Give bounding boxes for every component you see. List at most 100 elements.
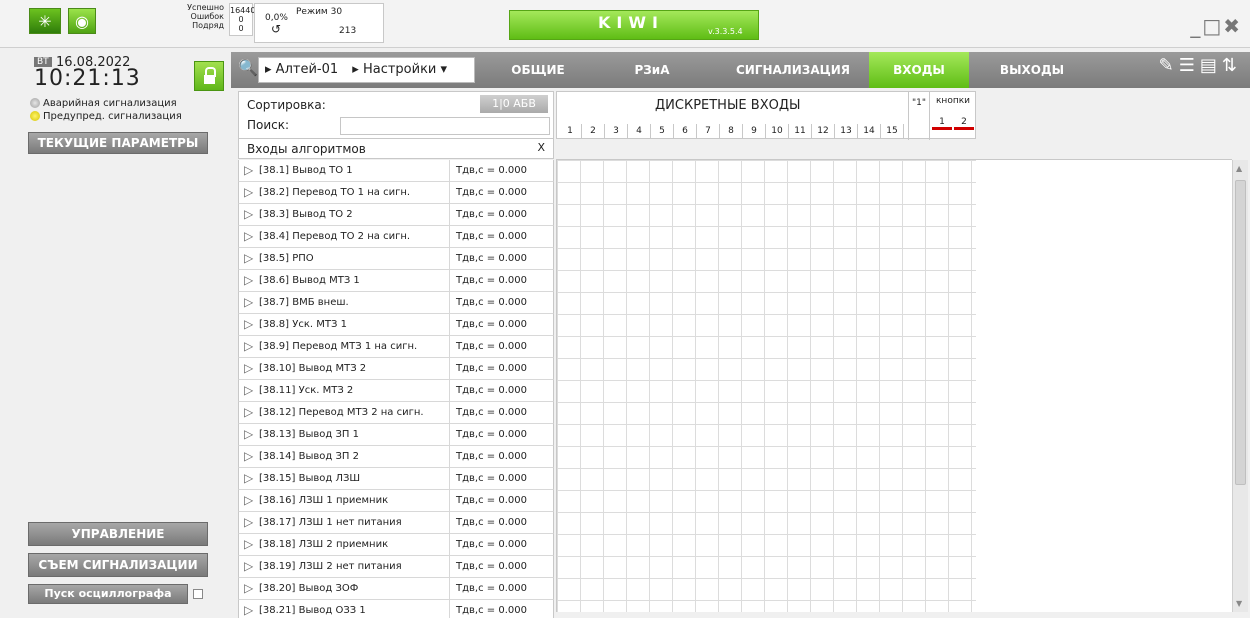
list-item[interactable]: ▷ [38.7] ВМБ внеш. Тдв,с = 0.000 — [238, 292, 554, 314]
grid-title: ДИСКРЕТНЫЕ ВХОДЫ — [655, 98, 801, 113]
list-item[interactable]: ▷ [38.5] РПО Тдв,с = 0.000 — [238, 248, 554, 270]
reset-alarm-button[interactable]: СЪЕМ СИГНАЛИЗАЦИИ — [28, 553, 208, 577]
list-item[interactable]: ▷ [38.17] ЛЗШ 1 нет питания Тдв,с = 0.000 — [238, 512, 554, 534]
column-number: 7 — [697, 124, 720, 138]
list-item[interactable]: ▷ [38.16] ЛЗШ 1 приемник Тдв,с = 0.000 — [238, 490, 554, 512]
list-item[interactable]: ▷ [38.21] Вывод ОЗЗ 1 Тдв,с = 0.000 — [238, 600, 554, 618]
app-logo: KIWI v.3.3.5.4 — [509, 10, 759, 40]
column-number: 2 — [582, 124, 605, 138]
expand-icon[interactable]: ▷ — [244, 207, 253, 221]
expand-icon[interactable]: ▷ — [244, 163, 253, 177]
emergency-indicator-icon — [30, 98, 40, 108]
expand-icon[interactable]: ▷ — [244, 427, 253, 441]
sort-icon[interactable]: ⇅ — [1222, 55, 1242, 76]
expand-icon[interactable]: ▷ — [244, 559, 253, 573]
current-params-button[interactable]: ТЕКУЩИЕ ПАРАМЕТРЫ — [28, 132, 208, 154]
list-item[interactable]: ▷ [38.9] Перевод МТЗ 1 на сигн. Тдв,с = 0.… — [238, 336, 554, 358]
input-matrix[interactable] — [556, 160, 976, 612]
scroll-thumb[interactable] — [1235, 180, 1246, 485]
warning-label: Предупред. сигнализация — [43, 111, 182, 122]
tab-inputs[interactable]: ВХОДЫ — [869, 52, 969, 88]
column-number: 11 — [789, 124, 812, 138]
stat-value-success: 16440 — [230, 6, 256, 15]
sort-toggle[interactable]: 1|0 АБВ — [480, 95, 548, 113]
expand-icon[interactable]: ▷ — [244, 449, 253, 463]
list-item[interactable]: ▷ [38.4] Перевод ТО 2 на сигн. Тдв,с = 0.0… — [238, 226, 554, 248]
list-icon[interactable]: ☰ — [1179, 55, 1200, 76]
item-name: [38.21] Вывод ОЗЗ 1 — [259, 605, 366, 616]
maximize-icon[interactable]: □ — [1202, 14, 1223, 38]
item-name: [38.8] Уск. МТЗ 1 — [259, 319, 347, 330]
toolbar-tools: ✎☰▤⇅ — [1159, 55, 1242, 76]
tab-signaling[interactable]: СИГНАЛИЗАЦИЯ — [723, 52, 863, 88]
list-item[interactable]: ▷ [38.15] Вывод ЛЗШ Тдв,с = 0.000 — [238, 468, 554, 490]
list-item[interactable]: ▷ [38.19] ЛЗШ 2 нет питания Тдв,с = 0.000 — [238, 556, 554, 578]
scroll-up-icon[interactable]: ▲ — [1236, 164, 1242, 173]
search-icon[interactable]: 🔍 — [238, 58, 258, 77]
expand-icon[interactable]: ▷ — [244, 383, 253, 397]
expand-icon[interactable]: ▷ — [244, 515, 253, 529]
expand-icon[interactable]: ▷ — [244, 185, 253, 199]
oscillograph-checkbox[interactable] — [193, 589, 203, 599]
list-item[interactable]: ▷ [38.10] Вывод МТЗ 2 Тдв,с = 0.000 — [238, 358, 554, 380]
minimize-icon[interactable]: _ — [1190, 14, 1202, 38]
item-delay: Тдв,с = 0.000 — [456, 473, 527, 484]
row-separator — [449, 160, 450, 182]
item-name: [38.12] Перевод МТЗ 2 на сигн. — [259, 407, 424, 418]
expand-icon[interactable]: ▷ — [244, 603, 253, 617]
list-item[interactable]: ▷ [38.14] Вывод ЗП 2 Тдв,с = 0.000 — [238, 446, 554, 468]
left-panel: ВТ 16.08.2022 10:21:13 Аварийная сигнали… — [0, 52, 226, 618]
list-item[interactable]: ▷ [38.6] Вывод МТЗ 1 Тдв,с = 0.000 — [238, 270, 554, 292]
list-item[interactable]: ▷ [38.1] Вывод ТО 1 Тдв,с = 0.000 — [238, 160, 554, 182]
tab-general[interactable]: ОБЩИЕ — [486, 52, 590, 88]
edit-icon[interactable]: ✎ — [1159, 55, 1179, 76]
item-name: [38.20] Вывод ЗОФ — [259, 583, 359, 594]
network-icon[interactable]: ✳ — [29, 8, 61, 34]
breadcrumb-menu[interactable]: ▸ Настройки ▾ — [352, 62, 447, 77]
file-icon[interactable]: ▤ — [1200, 55, 1222, 76]
list-item[interactable]: ▷ [38.12] Перевод МТЗ 2 на сигн. Тдв,с = 0… — [238, 402, 554, 424]
expand-icon[interactable]: ▷ — [244, 537, 253, 551]
expand-icon[interactable]: ▷ — [244, 295, 253, 309]
row-separator — [449, 182, 450, 204]
expand-icon[interactable]: ▷ — [244, 493, 253, 507]
list-item[interactable]: ▷ [38.2] Перевод ТО 1 на сигн. Тдв,с = 0.0… — [238, 182, 554, 204]
expand-icon[interactable]: ▷ — [244, 405, 253, 419]
close-icon[interactable]: ✖ — [1223, 14, 1242, 38]
expand-icon[interactable]: ▷ — [244, 273, 253, 287]
expand-icon[interactable]: ▷ — [244, 471, 253, 485]
scroll-down-icon[interactable]: ▼ — [1236, 599, 1242, 608]
column-number: 15 — [881, 124, 904, 138]
breadcrumb-device[interactable]: ▸ Алтей-01 — [265, 62, 338, 77]
expand-icon[interactable]: ▷ — [244, 229, 253, 243]
list-item[interactable]: ▷ [38.20] Вывод ЗОФ Тдв,с = 0.000 — [238, 578, 554, 600]
search-input[interactable] — [340, 117, 550, 135]
list-item[interactable]: ▷ [38.8] Уск. МТЗ 1 Тдв,с = 0.000 — [238, 314, 554, 336]
expand-icon[interactable]: ▷ — [244, 251, 253, 265]
expand-icon[interactable]: ▷ — [244, 581, 253, 595]
list-item[interactable]: ▷ [38.3] Вывод ТО 2 Тдв,с = 0.000 — [238, 204, 554, 226]
expand-icon[interactable]: ▷ — [244, 317, 253, 331]
one-column-header: "1" — [908, 92, 930, 140]
list-item[interactable]: ▷ [38.13] Вывод ЗП 1 Тдв,с = 0.000 — [238, 424, 554, 446]
control-button[interactable]: УПРАВЛЕНИЕ — [28, 522, 208, 546]
status-bar: ✳ ◉ Успешно Ошибок Подряд 16440 0 0 0,0%… — [0, 0, 1250, 48]
tab-rzia[interactable]: РЗиА — [600, 52, 704, 88]
stat-label-errors: Ошибок — [190, 12, 224, 21]
item-name: [38.2] Перевод ТО 1 на сигн. — [259, 187, 411, 198]
item-name: [38.4] Перевод ТО 2 на сигн. — [259, 231, 411, 242]
expand-icon[interactable]: ▷ — [244, 361, 253, 375]
expand-icon[interactable]: ▷ — [244, 339, 253, 353]
oscillograph-button[interactable]: Пуск осциллографа — [28, 584, 188, 604]
eye-icon[interactable]: ◉ — [68, 8, 96, 34]
list-close-button[interactable]: X — [537, 141, 545, 154]
row-separator — [449, 446, 450, 468]
list-item[interactable]: ▷ [38.18] ЛЗШ 2 приемник Тдв,с = 0.000 — [238, 534, 554, 556]
button-column-2: 2 — [954, 114, 974, 130]
item-name: [38.7] ВМБ внеш. — [259, 297, 349, 308]
list-item[interactable]: ▷ [38.11] Уск. МТЗ 2 Тдв,с = 0.000 — [238, 380, 554, 402]
item-delay: Тдв,с = 0.000 — [456, 253, 527, 264]
tab-outputs[interactable]: ВЫХОДЫ — [980, 52, 1084, 88]
lock-icon[interactable] — [194, 61, 224, 91]
vertical-scrollbar[interactable]: ▲ ▼ — [1232, 160, 1248, 612]
